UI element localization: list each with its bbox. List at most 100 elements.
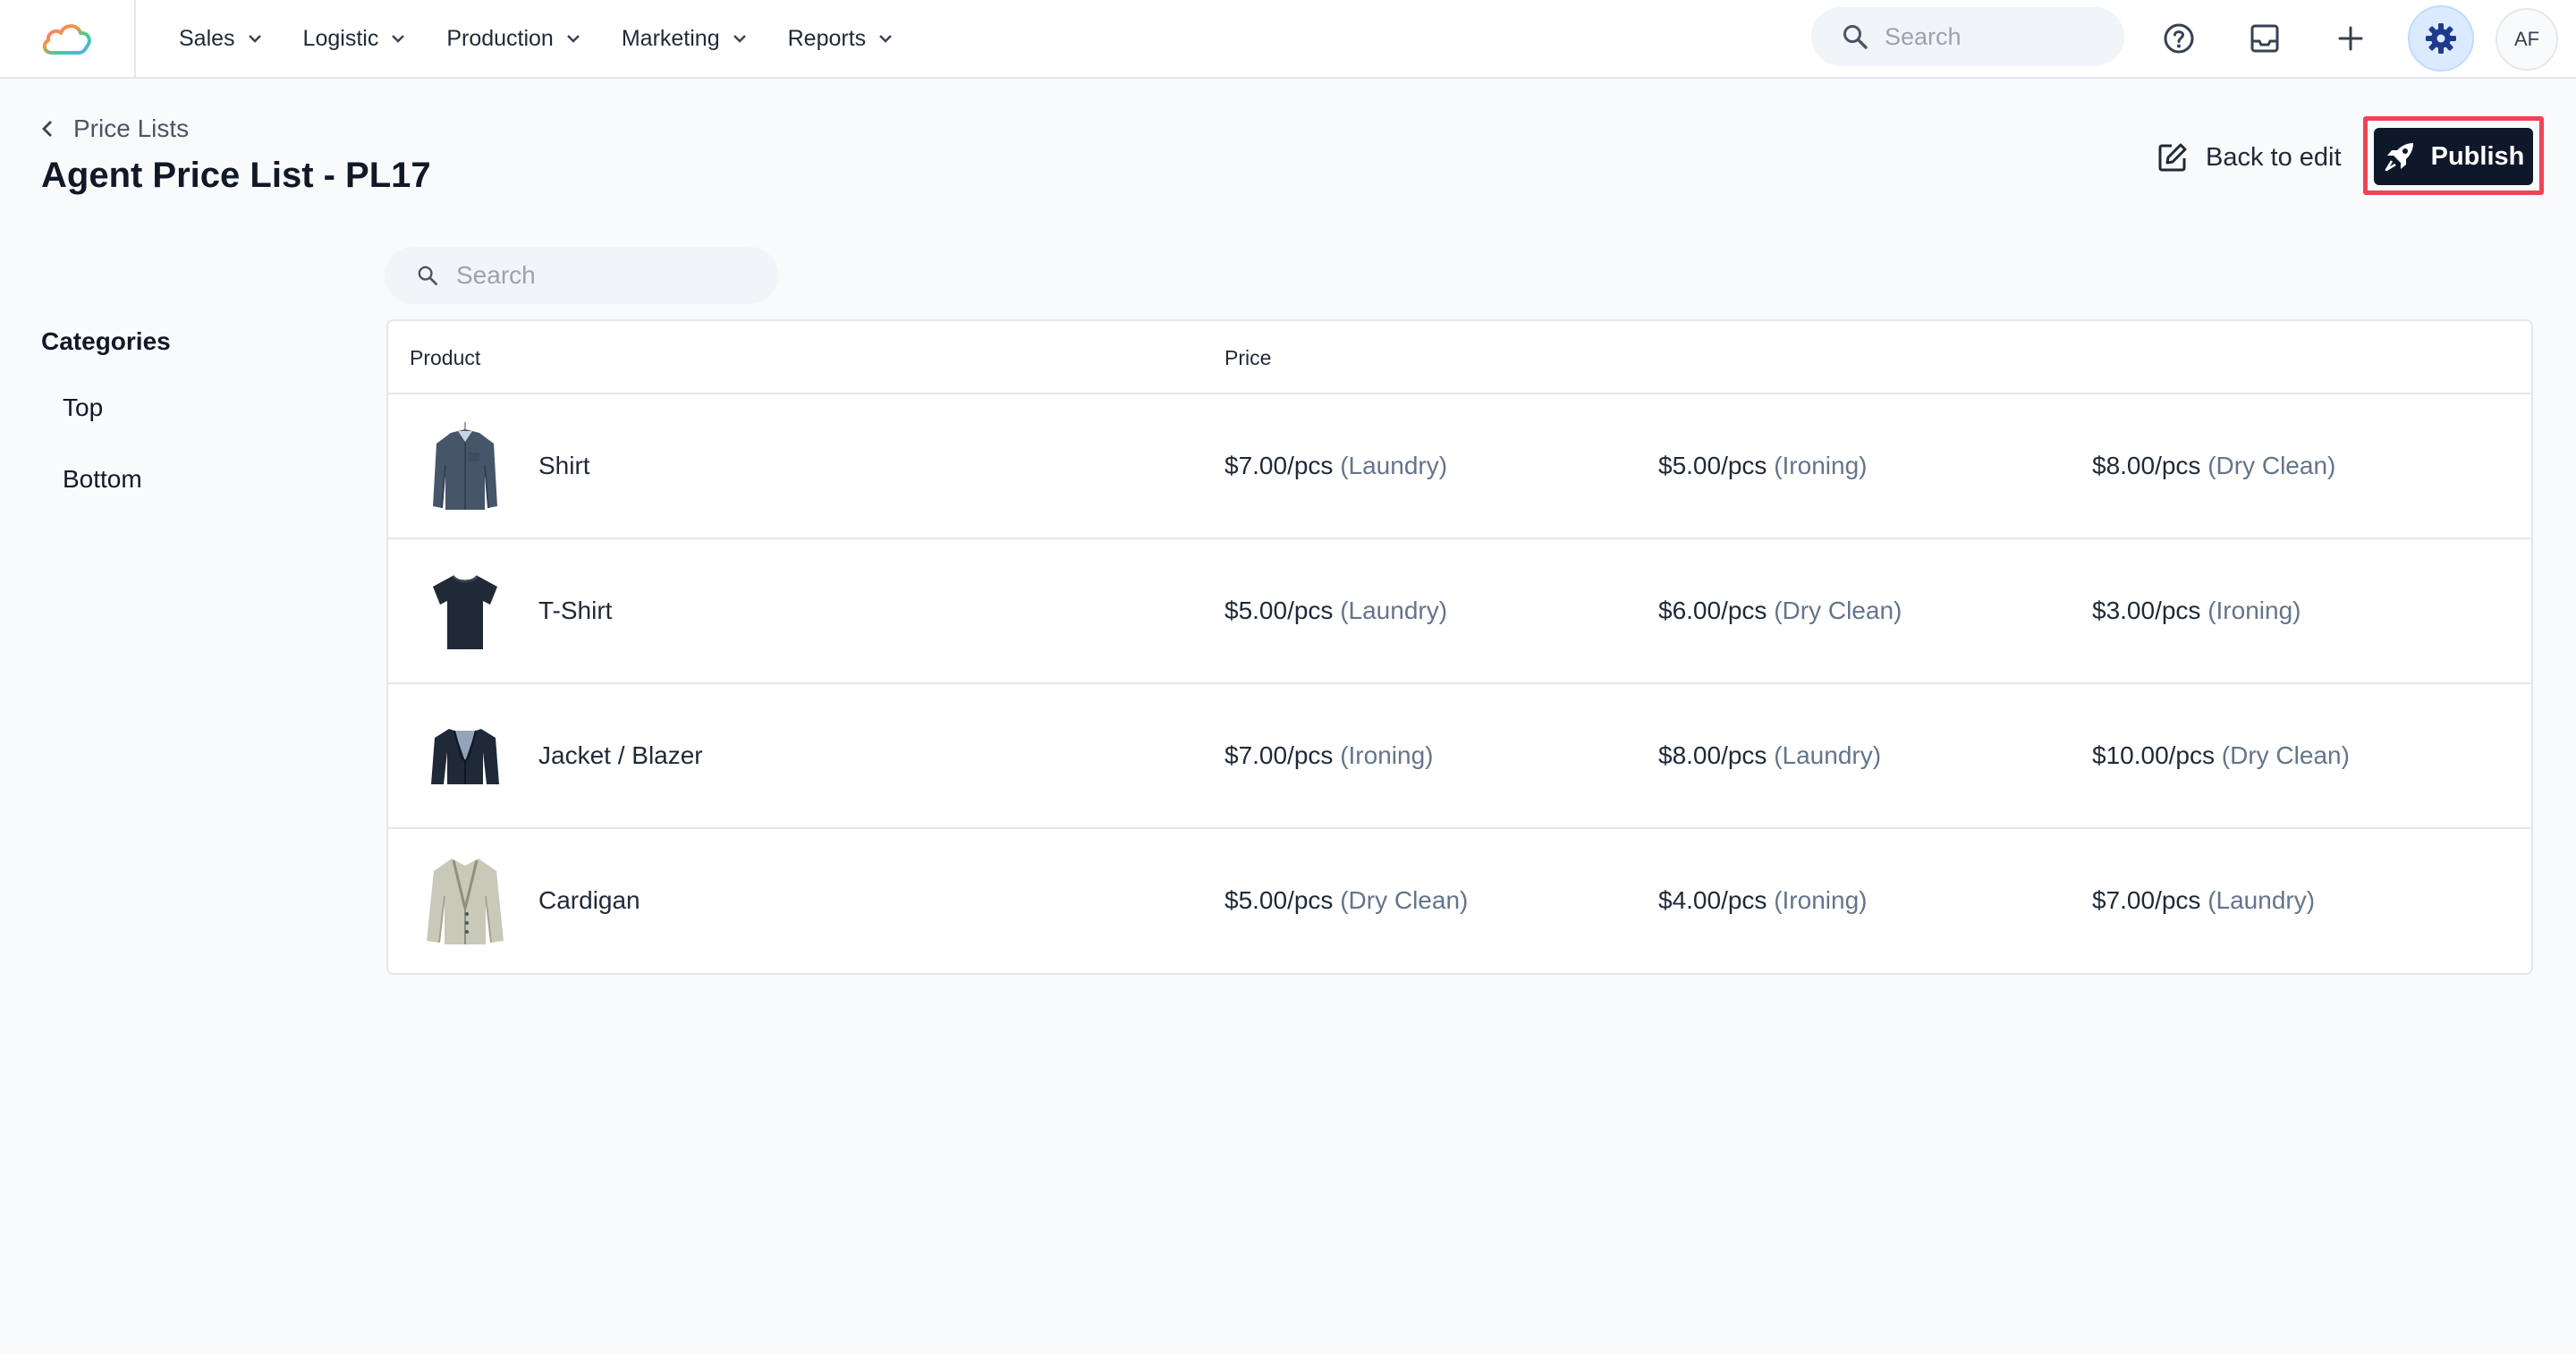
price-service: (Dry Clean) — [2221, 741, 2350, 769]
price-amount: $7.00/pcs — [1224, 741, 1334, 769]
back-to-edit-label: Back to edit — [2206, 142, 2342, 172]
nav-item-label: Reports — [787, 25, 867, 51]
search-icon — [1843, 25, 1868, 49]
price-service: (Laundry) — [1340, 597, 1448, 624]
inbox-icon — [2250, 24, 2279, 53]
cardigan-image — [420, 857, 510, 946]
publish-label: Publish — [2430, 141, 2525, 171]
publish-button[interactable]: Publish — [2374, 128, 2533, 185]
back-to-edit-button[interactable]: Back to edit — [2157, 134, 2342, 181]
category-item-top[interactable]: Top — [63, 394, 103, 422]
price-amount: $4.00/pcs — [1658, 886, 1767, 914]
nav-item-production[interactable]: Production — [446, 0, 580, 77]
chevron-down-icon — [391, 34, 405, 43]
price-cell: $10.00/pcs (Dry Clean) — [2092, 741, 2350, 770]
add-button[interactable] — [2323, 11, 2378, 66]
price-cell: $5.00/pcs (Dry Clean) — [1224, 886, 1468, 915]
price-cell: $4.00/pcs (Ironing) — [1658, 886, 1867, 915]
price-amount: $8.00/pcs — [2092, 452, 2201, 479]
price-amount: $8.00/pcs — [1658, 741, 1767, 769]
price-service: (Ironing) — [1340, 741, 1434, 769]
table-row[interactable]: Cardigan $5.00/pcs (Dry Clean) $4.00/pcs… — [388, 829, 2531, 974]
page-title: Agent Price List - PL17 — [41, 156, 431, 195]
price-cell: $7.00/pcs (Ironing) — [1224, 741, 1433, 770]
product-name: Cardigan — [538, 886, 640, 914]
product-name: Jacket / Blazer — [538, 741, 703, 769]
price-service: (Laundry) — [1774, 741, 1882, 769]
price-amount: $3.00/pcs — [2092, 597, 2201, 624]
cloud-logo-icon — [42, 24, 91, 55]
table-row[interactable]: Jacket / Blazer $7.00/pcs (Ironing) $8.0… — [388, 684, 2531, 829]
chevron-down-icon — [733, 34, 747, 43]
price-service: (Ironing) — [1774, 886, 1868, 914]
plus-icon — [2338, 26, 2363, 51]
price-cell: $5.00/pcs (Laundry) — [1224, 597, 1447, 625]
gear-icon — [2426, 23, 2456, 54]
chevron-left-icon — [41, 119, 54, 139]
price-amount: $7.00/pcs — [1224, 452, 1334, 479]
price-service: (Ironing) — [2207, 597, 2301, 624]
t-shirt-image — [420, 567, 510, 656]
search-icon — [418, 266, 437, 285]
price-cell: $3.00/pcs (Ironing) — [2092, 597, 2301, 625]
top-navigation-bar: Sales Logistic Production Marketing Repo… — [0, 0, 2576, 79]
nav-item-label: Logistic — [302, 25, 379, 51]
nav-item-label: Production — [446, 25, 554, 51]
price-list-table: Product Price Shirt $7.00/pcs (Laundry) … — [386, 319, 2533, 975]
table-header: Product Price — [388, 321, 2531, 394]
inbox-button[interactable] — [2237, 11, 2292, 66]
product-name: Shirt — [538, 452, 590, 479]
breadcrumb-label: Price Lists — [73, 114, 190, 142]
column-header-product: Product — [410, 346, 481, 369]
nav-item-reports[interactable]: Reports — [788, 0, 894, 77]
breadcrumb[interactable]: Price Lists — [41, 111, 189, 147]
edit-icon — [2157, 142, 2188, 173]
nav-item-sales[interactable]: Sales — [179, 0, 262, 77]
product-name: T-Shirt — [538, 597, 613, 624]
price-cell: $7.00/pcs (Laundry) — [1224, 452, 1447, 480]
product-search[interactable] — [385, 247, 778, 304]
price-cell: $8.00/pcs (Dry Clean) — [2092, 452, 2335, 480]
price-amount: $5.00/pcs — [1658, 452, 1767, 479]
category-item-bottom[interactable]: Bottom — [63, 465, 142, 494]
categories-title: Categories — [41, 327, 171, 355]
price-amount: $5.00/pcs — [1224, 886, 1334, 914]
global-search[interactable] — [1811, 7, 2124, 66]
global-search-input[interactable] — [1885, 22, 2117, 51]
price-service: (Ironing) — [1774, 452, 1868, 479]
shirt-image — [420, 422, 510, 512]
avatar-initials: AF — [2513, 28, 2540, 50]
price-amount: $10.00/pcs — [2092, 741, 2215, 769]
rocket-icon — [2383, 140, 2417, 173]
nav-item-marketing[interactable]: Marketing — [622, 0, 747, 77]
main-nav: Sales Logistic Production Marketing Repo… — [179, 0, 934, 77]
table-row[interactable]: Shirt $7.00/pcs (Laundry) $5.00/pcs (Iro… — [388, 394, 2531, 539]
help-button[interactable] — [2151, 11, 2207, 66]
price-cell: $6.00/pcs (Dry Clean) — [1658, 597, 1902, 625]
avatar[interactable]: AF — [2496, 8, 2558, 71]
price-service: (Dry Clean) — [1340, 886, 1469, 914]
price-amount: $5.00/pcs — [1224, 597, 1334, 624]
column-header-price: Price — [1224, 346, 1272, 369]
settings-button[interactable] — [2408, 5, 2474, 72]
table-row[interactable]: T-Shirt $5.00/pcs (Laundry) $6.00/pcs (D… — [388, 539, 2531, 684]
price-service: (Dry Clean) — [2207, 452, 2336, 479]
nav-item-label: Sales — [179, 25, 235, 51]
price-service: (Dry Clean) — [1774, 597, 1902, 624]
nav-item-label: Marketing — [621, 25, 720, 51]
help-icon — [2164, 23, 2194, 54]
price-service: (Laundry) — [1340, 452, 1448, 479]
price-amount: $7.00/pcs — [2092, 886, 2201, 914]
nav-item-logistic[interactable]: Logistic — [303, 0, 406, 77]
chevron-down-icon — [566, 34, 580, 43]
jacket-image — [420, 712, 510, 801]
price-cell: $7.00/pcs (Laundry) — [2092, 886, 2315, 915]
chevron-down-icon — [248, 34, 262, 43]
price-amount: $6.00/pcs — [1658, 597, 1767, 624]
price-cell: $8.00/pcs (Laundry) — [1658, 741, 1881, 770]
product-search-input[interactable] — [456, 261, 778, 290]
price-service: (Laundry) — [2207, 886, 2316, 914]
chevron-down-icon — [878, 34, 893, 43]
price-cell: $5.00/pcs (Ironing) — [1658, 452, 1867, 480]
app-logo[interactable] — [0, 0, 136, 77]
